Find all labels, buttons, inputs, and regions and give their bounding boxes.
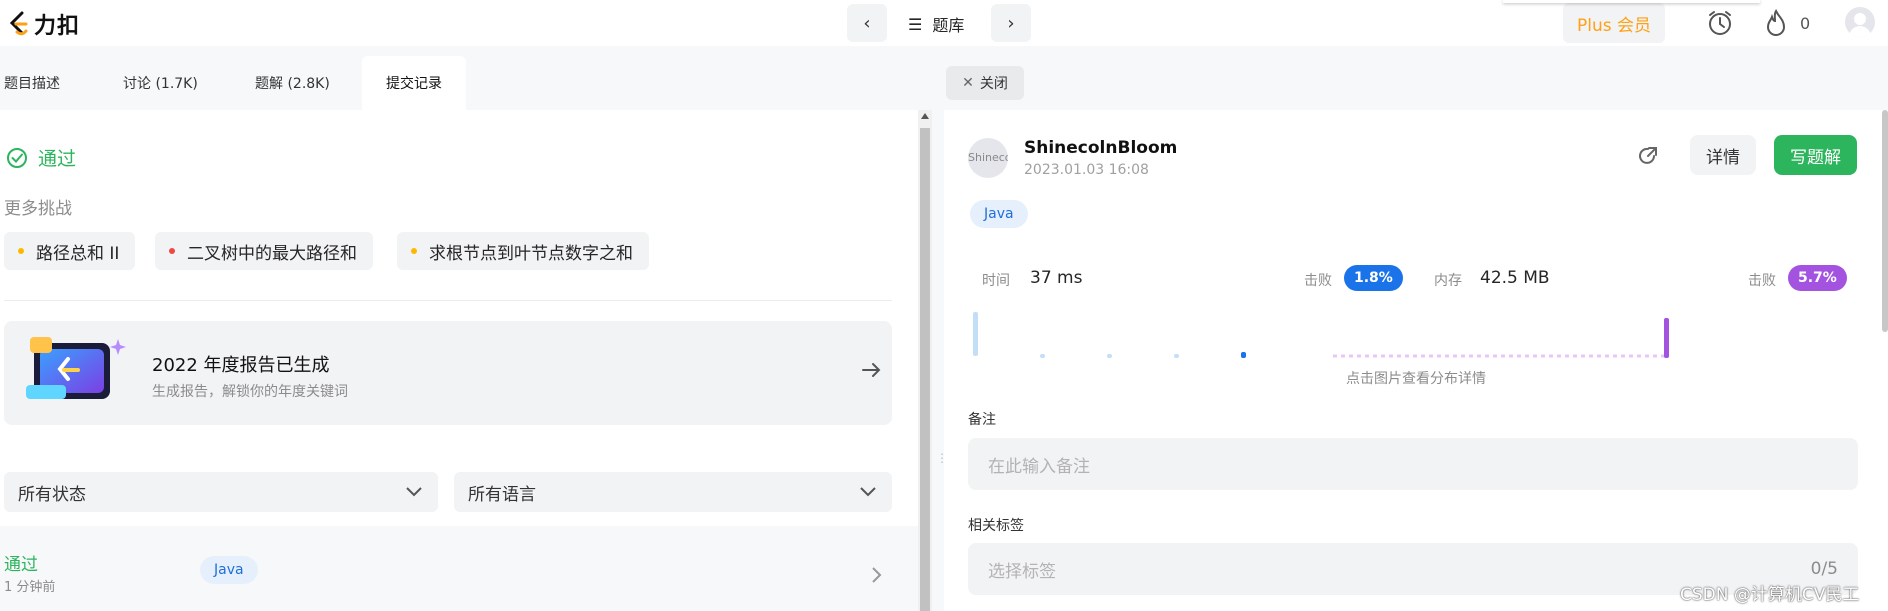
status-filter-value: 所有状态: [18, 484, 86, 505]
difficulty-dot: [411, 248, 417, 254]
divider: [4, 300, 892, 301]
report-subtitle: 生成报告，解锁你的年度关键词: [152, 384, 348, 400]
challenge-chip[interactable]: 路径总和 II: [4, 232, 136, 270]
runtime-distribution: [973, 312, 1246, 358]
tab-submissions[interactable]: 提交记录: [362, 56, 466, 110]
challenge-label: 求根节点到叶节点数字之和: [429, 243, 633, 264]
result-status-text: 通过: [38, 148, 77, 170]
runtime-bar: [1107, 354, 1112, 358]
result-status: 通过: [6, 144, 76, 171]
memory-bar-current: [1664, 318, 1669, 358]
problem-bank-label: 题库: [932, 16, 965, 35]
submission-date: 2023.01.03 16:08: [1024, 162, 1149, 178]
chevron-down-icon: [406, 487, 422, 497]
problem-bank-button[interactable]: ☰ 题库: [908, 12, 964, 36]
tab-solutions[interactable]: 题解 (2.8K): [255, 56, 362, 110]
alarm-clock-icon[interactable]: [1706, 9, 1734, 37]
challenge-chip[interactable]: 二叉树中的最大路径和: [155, 232, 373, 270]
problem-tabs: 题目描述 讨论 (1.7K) 题解 (2.8K) 提交记录: [0, 56, 930, 110]
close-panel-button[interactable]: ✕ 关闭: [946, 66, 1024, 100]
submission-status: 通过: [4, 555, 38, 575]
scrollbar-thumb[interactable]: [920, 128, 930, 611]
share-icon[interactable]: [1636, 144, 1660, 168]
arrow-right-icon: [862, 363, 881, 377]
submitter-name[interactable]: ShinecolnBloom: [1024, 138, 1177, 158]
tab-description[interactable]: 题目描述: [0, 56, 123, 110]
annual-report-illustration: [26, 337, 126, 399]
tags-label: 相关标签: [968, 518, 1024, 534]
runtime-bar: [1174, 354, 1179, 358]
plus-member-button[interactable]: Plus 会员: [1563, 3, 1665, 43]
language-badge: Java: [970, 200, 1028, 228]
right-scrollbar[interactable]: [1882, 110, 1888, 332]
watermark: CSDN @计算机CV民工: [1680, 585, 1860, 605]
runtime-value: 37 ms: [1030, 268, 1083, 288]
chart-hint: 点击图片查看分布详情: [1346, 371, 1486, 387]
memory-beat-label: 击败: [1748, 273, 1776, 289]
memory-label: 内存: [1434, 273, 1462, 289]
submission-language-badge: Java: [200, 556, 258, 584]
annual-report-banner[interactable]: 2022 年度报告已生成 生成报告，解锁你的年度关键词: [4, 321, 892, 425]
chevron-left-icon: ‹: [863, 12, 871, 34]
chevron-right-icon: [872, 567, 882, 583]
difficulty-dot: [18, 248, 24, 254]
chevron-right-icon: ›: [1007, 12, 1015, 34]
tags-placeholder: 选择标签: [988, 561, 1056, 582]
logo[interactable]: 力扣: [8, 8, 80, 40]
difficulty-dot: [169, 248, 175, 254]
memory-value: 42.5 MB: [1480, 268, 1550, 288]
note-input[interactable]: 在此输入备注: [968, 438, 1858, 490]
user-icon: [1849, 13, 1871, 37]
performance-distribution-chart[interactable]: [968, 256, 1864, 386]
write-solution-button[interactable]: 写题解: [1774, 135, 1857, 175]
prev-problem-button[interactable]: ‹: [847, 4, 887, 42]
note-placeholder: 在此输入备注: [988, 456, 1090, 477]
language-filter-select[interactable]: 所有语言: [454, 472, 892, 512]
status-filter-select[interactable]: 所有状态: [4, 472, 438, 512]
memory-beat-pill: 5.7%: [1788, 265, 1847, 291]
language-filter-value: 所有语言: [468, 484, 536, 505]
report-title: 2022 年度报告已生成: [152, 355, 330, 376]
note-label: 备注: [968, 412, 996, 428]
list-icon: ☰: [908, 14, 923, 34]
runtime-bar: [973, 312, 978, 356]
close-icon: ✕: [962, 75, 974, 91]
logo-text: 力扣: [34, 14, 81, 39]
leetcode-logo-icon: [9, 11, 28, 36]
challenge-chip[interactable]: 求根节点到叶节点数字之和: [397, 232, 649, 270]
streak-count: 0: [1800, 14, 1811, 33]
memory-distribution: [1333, 318, 1669, 358]
submission-time: 1 分钟前: [4, 580, 56, 595]
top-popover-edge: [1503, 0, 1760, 3]
user-avatar[interactable]: [1845, 7, 1875, 37]
runtime-beat-pill: 1.8%: [1344, 265, 1403, 291]
submission-result-pane: 通过 更多挑战 路径总和 II 二叉树中的最大路径和 求根节点到叶节点数字之和 …: [0, 110, 918, 611]
close-label: 关闭: [979, 76, 1008, 92]
check-circle-icon: [7, 147, 27, 168]
pane-resize-handle[interactable]: ⋮: [936, 452, 948, 477]
details-button[interactable]: 详情: [1690, 135, 1756, 175]
runtime-beat-label: 击败: [1304, 273, 1332, 289]
runtime-label: 时间: [982, 273, 1010, 289]
submitter-avatar[interactable]: Shinecoln: [968, 138, 1008, 178]
submission-detail-panel: Shinecoln ShinecolnBloom 2023.01.03 16:0…: [944, 110, 1888, 611]
challenge-label: 路径总和 II: [36, 243, 120, 264]
scroll-up-arrow-icon[interactable]: [921, 113, 929, 119]
next-problem-button[interactable]: ›: [991, 4, 1031, 42]
chevron-down-icon: [860, 487, 876, 497]
top-bar: 力扣 ‹ ☰ 题库 › Plus 会员 0: [0, 0, 1888, 46]
submission-row[interactable]: 通过 1 分钟前 Java: [0, 526, 918, 611]
tab-discussion[interactable]: 讨论 (1.7K): [123, 56, 255, 110]
left-scrollbar[interactable]: [918, 110, 932, 611]
runtime-bar: [1040, 354, 1045, 358]
tags-count: 0/5: [1810, 559, 1838, 579]
challenge-label: 二叉树中的最大路径和: [187, 243, 357, 264]
more-challenges-title: 更多挑战: [4, 199, 72, 219]
runtime-bar-current: [1241, 352, 1246, 358]
fire-icon[interactable]: [1765, 9, 1787, 37]
